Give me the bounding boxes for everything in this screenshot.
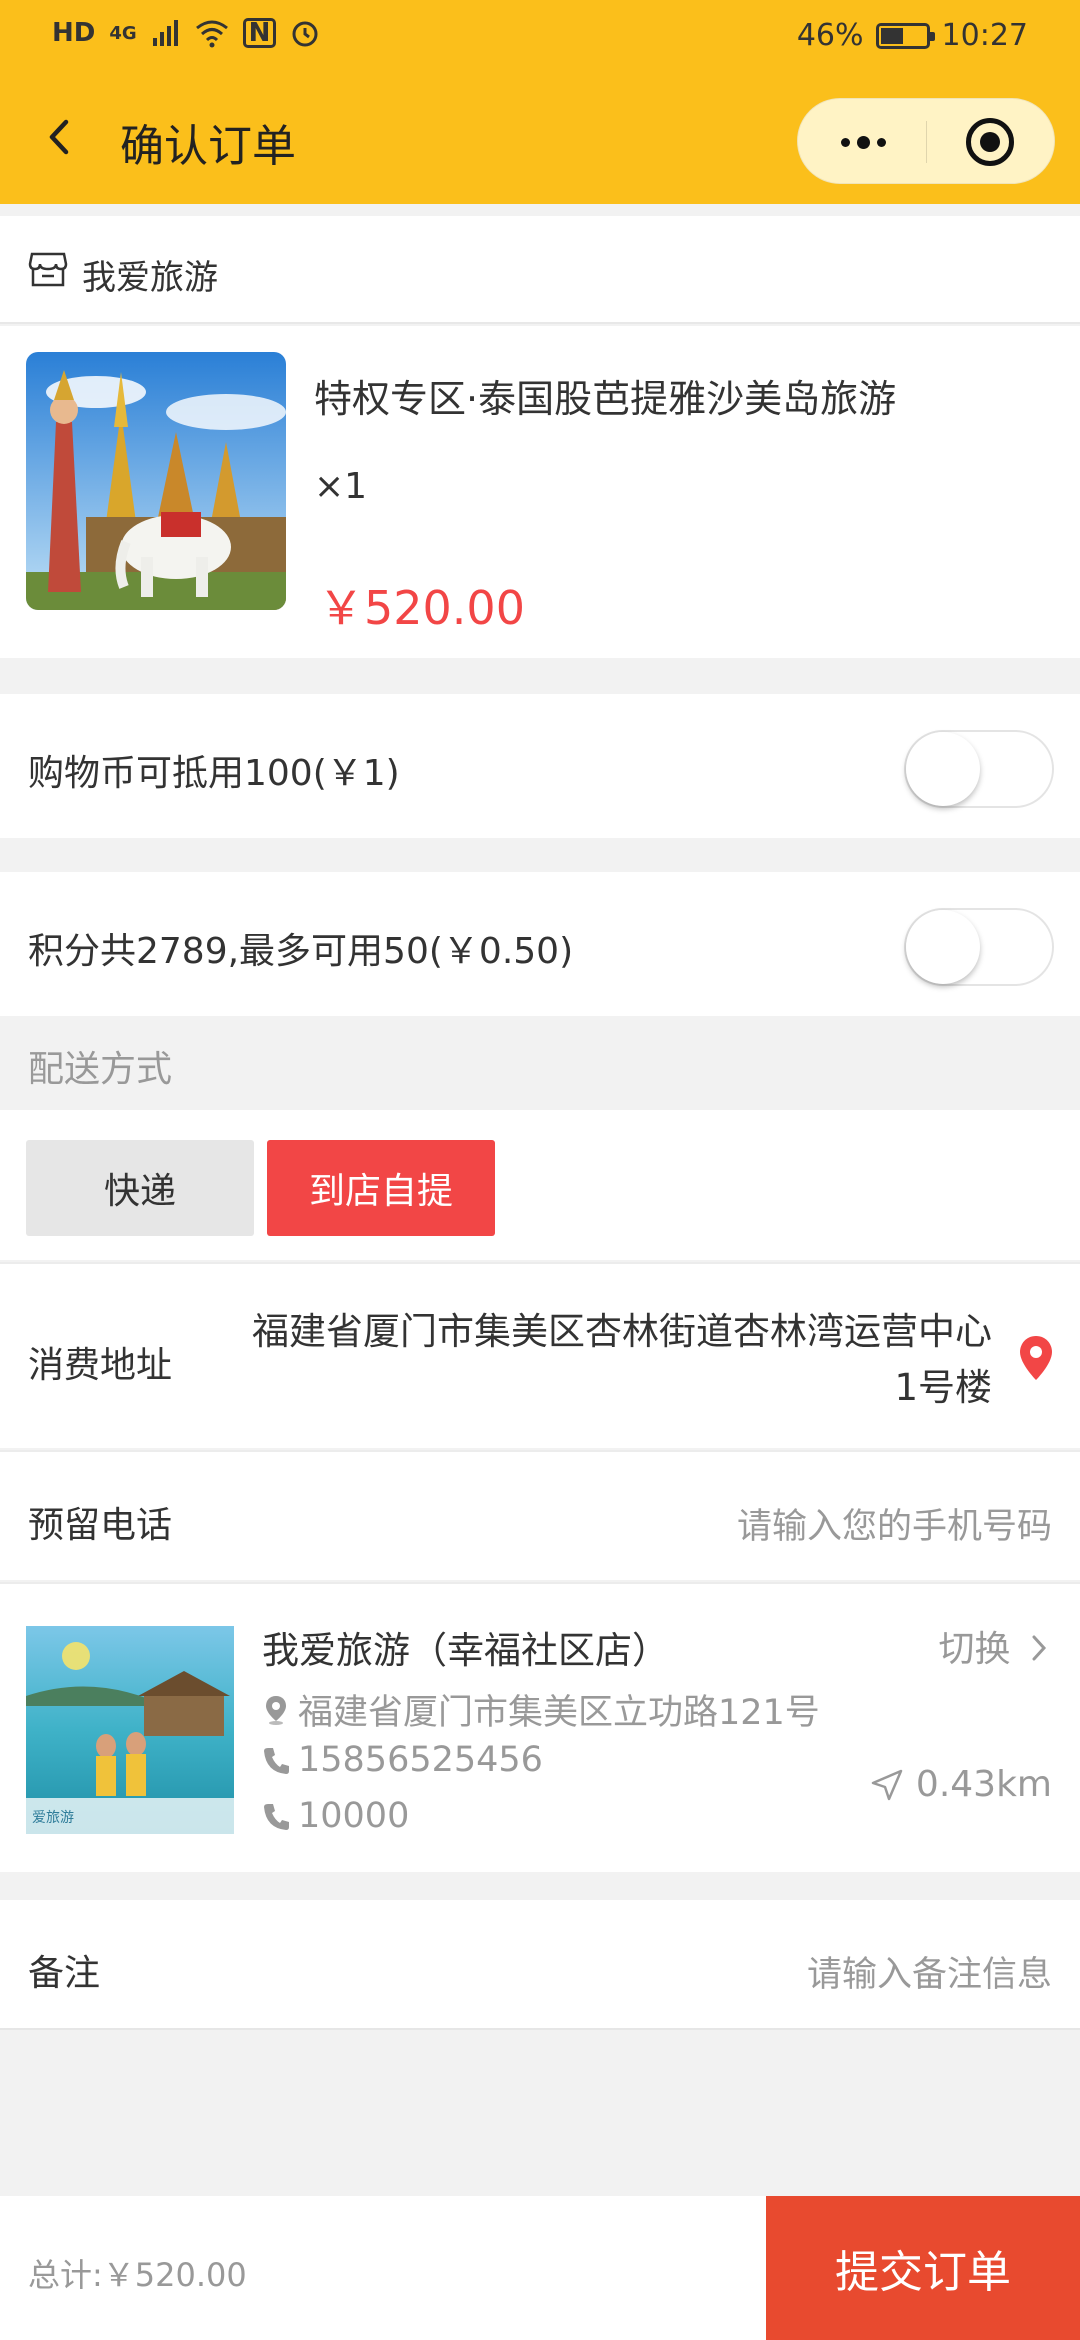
navigation-arrow-icon (871, 1769, 903, 1800)
shopping-coins-toggle[interactable] (904, 730, 1054, 808)
points-label: 积分共2789,最多可用50(￥0.50) (28, 931, 574, 972)
network-type: 4G (109, 22, 137, 44)
pickup-option-button[interactable]: 到店自提 (267, 1140, 495, 1236)
express-option-button[interactable]: 快递 (26, 1140, 254, 1236)
shop-name: 我爱旅游 (82, 258, 218, 298)
chevron-left-icon (49, 119, 69, 155)
signal-icon (152, 20, 178, 46)
dot (856, 135, 870, 149)
alarm-icon (292, 21, 318, 47)
points-toggle[interactable] (904, 908, 1054, 986)
phone-input[interactable]: 请输入您的手机号码 (737, 1498, 1052, 1549)
battery-percent: 46% (796, 18, 864, 53)
shop-header: 我爱旅游 (0, 216, 1080, 324)
product-quantity: ×1 (314, 466, 368, 507)
shopping-coins-label: 购物币可抵用100(￥1) (28, 753, 400, 794)
capsule-divider (926, 121, 927, 163)
nfc-icon: N (242, 18, 277, 48)
more-menu-button[interactable] (830, 119, 896, 165)
toggle-knob (906, 732, 980, 806)
switch-label: 切换 (938, 1629, 1011, 1670)
store-icon (28, 252, 68, 287)
delivery-options: 快递 到店自提 (0, 1110, 1080, 1260)
bottom-bar: 总计:￥520.00 提交订单 (0, 2196, 1080, 2340)
close-miniapp-button[interactable] (966, 118, 1014, 166)
product-item: 特权专区·泰国股芭提雅沙美岛旅游 ×1 ￥520.00 (0, 326, 1080, 658)
phone-icon (264, 1804, 289, 1830)
store-phone-line-2[interactable]: 10000 (262, 1796, 409, 1836)
remark-row: 备注 请输入备注信息 (0, 1900, 1080, 2030)
distance-value: 0.43km (915, 1764, 1052, 1805)
toggle-knob (906, 910, 980, 984)
product-image (26, 352, 286, 610)
submit-order-button[interactable]: 提交订单 (766, 2196, 1080, 2340)
hd-icon: HD (52, 18, 96, 48)
product-title: 特权专区·泰国股芭提雅沙美岛旅游 (314, 377, 897, 421)
shopping-coins-row: 购物币可抵用100(￥1) (0, 694, 1080, 838)
back-button[interactable] (36, 112, 86, 162)
product-price: ￥520.00 (318, 581, 525, 635)
nav-bar: 确认订单 (0, 74, 1080, 204)
wifi-icon (195, 20, 228, 48)
order-total: 总计:￥520.00 (28, 2256, 247, 2294)
miniapp-capsule (797, 98, 1055, 184)
store-address: 福建省厦门市集美区立功路121号 (298, 1693, 820, 1733)
status-bar: HD 4G N 46% 10:27 (0, 0, 1080, 74)
battery-fill (880, 27, 903, 44)
dot (840, 137, 850, 147)
phone-icon (264, 1748, 289, 1774)
dot (876, 137, 886, 147)
remark-input[interactable]: 请输入备注信息 (807, 1946, 1052, 1997)
switch-store-button[interactable]: 切换 (939, 1620, 1050, 1672)
store-phone-line-1[interactable]: 15856525456 (262, 1740, 543, 1780)
page-title: 确认订单 (120, 121, 296, 172)
clock: 10:27 (941, 18, 1028, 53)
location-pin-icon[interactable] (1018, 1334, 1054, 1382)
map-pin-icon (266, 1695, 286, 1725)
remark-label: 备注 (28, 1953, 101, 1994)
store-image: 爱旅游 (26, 1626, 234, 1834)
top-bar: HD 4G N 46% 10:27 确认订单 (0, 0, 1080, 204)
store-name: 我爱旅游（幸福社区店） (262, 1629, 669, 1672)
battery-icon (875, 22, 935, 49)
points-row: 积分共2789,最多可用50(￥0.50) (0, 872, 1080, 1016)
store-address-line: 福建省厦门市集美区立功路121号 (262, 1684, 820, 1735)
store-phone-1: 15856525456 (298, 1740, 543, 1780)
address-value: 福建省厦门市集美区杏林街道杏林湾运营中心1号楼 (252, 1310, 992, 1409)
svg-text:爱旅游: 爱旅游 (32, 1810, 74, 1826)
address-label: 消费地址 (28, 1345, 173, 1386)
store-distance: 0.43km (870, 1764, 1052, 1805)
store-phone-2: 10000 (298, 1796, 410, 1836)
delivery-section-label: 配送方式 (28, 1049, 173, 1090)
phone-label: 预留电话 (28, 1505, 173, 1546)
store-card: 爱旅游 我爱旅游（幸福社区店） 切换 福建省厦门市集美区立功路121号 1585… (0, 1582, 1080, 1872)
address-row[interactable]: 消费地址 福建省厦门市集美区杏林街道杏林湾运营中心1号楼 (0, 1262, 1080, 1448)
phone-row: 预留电话 请输入您的手机号码 (0, 1450, 1080, 1580)
chevron-right-icon (1032, 1635, 1047, 1661)
